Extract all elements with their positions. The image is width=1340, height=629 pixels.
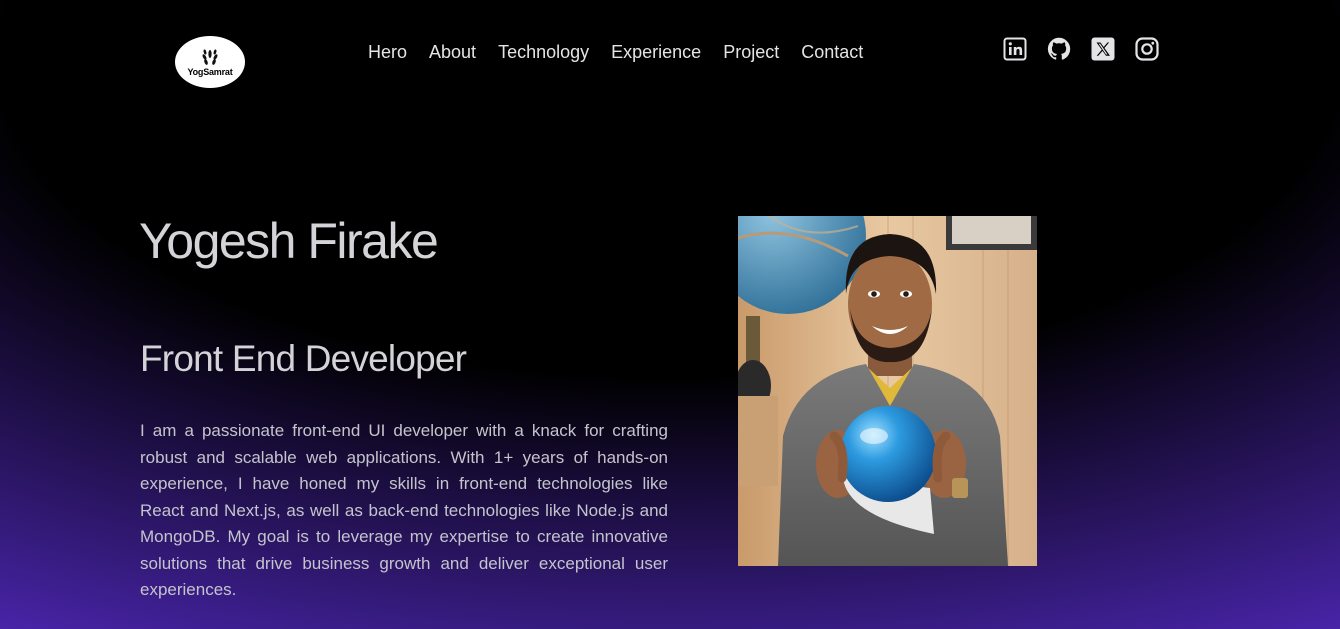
hero-role: Front End Developer: [140, 338, 467, 379]
social-links: [1003, 37, 1159, 61]
nav-menu: Hero About Technology Experience Project…: [368, 42, 863, 63]
navbar: YogSamrat Hero About Technology Experien…: [0, 0, 1340, 110]
nav-item-experience[interactable]: Experience: [611, 42, 701, 63]
profile-photo: [738, 216, 1037, 566]
instagram-icon[interactable]: [1135, 37, 1159, 61]
nav-item-technology[interactable]: Technology: [498, 42, 589, 63]
laurel-icon: [202, 48, 218, 65]
hero-bio: I am a passionate front-end UI developer…: [140, 421, 668, 599]
hero-name: Yogesh Firake: [139, 213, 439, 269]
logo-text: YogSamrat: [187, 66, 233, 77]
nav-item-project[interactable]: Project: [723, 42, 779, 63]
nav-item-hero[interactable]: Hero: [368, 42, 407, 63]
logo[interactable]: YogSamrat: [175, 36, 245, 88]
nav-item-about[interactable]: About: [429, 42, 476, 63]
github-icon[interactable]: [1047, 37, 1071, 61]
profile-illustration: [738, 216, 1037, 566]
nav-item-contact[interactable]: Contact: [801, 42, 863, 63]
x-twitter-icon[interactable]: [1091, 37, 1115, 61]
linkedin-icon[interactable]: [1003, 37, 1027, 61]
